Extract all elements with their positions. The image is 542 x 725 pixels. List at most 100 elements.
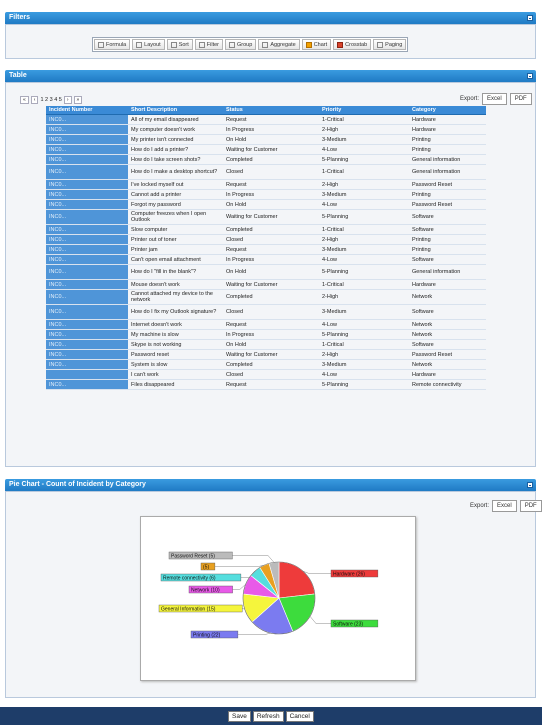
pie-chart: Hardware (26) Software (23) Printing (22) G… (158, 551, 379, 638)
export-label: Export: (460, 96, 480, 102)
cell-incident-number[interactable]: INC0... (46, 234, 128, 245)
table-row[interactable]: INC0... How do I make a desktop shortcut?… (46, 164, 486, 180)
cell-incident-number[interactable]: INC0... (46, 264, 128, 280)
minimize-icon[interactable] (527, 482, 533, 488)
table-row[interactable]: INC0... How do I add a printer? Waiting fo… (46, 144, 486, 155)
pie-leader-line (309, 616, 331, 624)
cell-incident-number[interactable]: INC0... (46, 279, 128, 290)
cell-incident-number[interactable]: INC0... (46, 349, 128, 360)
pdf-export-button[interactable]: PDF (519, 500, 542, 512)
minimize-icon[interactable] (527, 15, 533, 21)
table-row[interactable]: INC0... Password reset Waiting for Custome… (46, 349, 486, 360)
paging-button[interactable]: Paging (373, 39, 407, 50)
first-page-button[interactable]: « (20, 96, 29, 104)
table-row[interactable]: INC0... Forgot my password On Hold 4-Low Pas… (46, 199, 486, 210)
table-row[interactable]: INC0... Cannot attached my device to the … (46, 289, 486, 305)
group-button[interactable]: Group (225, 39, 257, 50)
table-row[interactable]: I can't work Closed 4-Low Hardware (46, 369, 486, 380)
table-row[interactable]: INC0... My machine is slow In Progress 5-Pl… (46, 329, 486, 340)
cell-incident-number[interactable]: INC0... (46, 339, 128, 350)
cell-incident-number[interactable]: INC0... (46, 254, 128, 265)
cell-incident-number[interactable]: INC0... (46, 144, 128, 155)
pie-label: (5) (203, 564, 209, 570)
column-header[interactable]: Status (223, 106, 319, 115)
cell-category: General information (409, 264, 486, 280)
table-row[interactable]: INC0... Printer out of toner Closed 2-High P… (46, 234, 486, 245)
excel-export-button[interactable]: Excel (482, 93, 507, 105)
cell-incident-number[interactable]: INC0... (46, 134, 128, 145)
cell-category: Network (409, 359, 486, 370)
cell-incident-number[interactable]: INC0... (46, 359, 128, 370)
table-row[interactable]: INC0... I've locked myself out Request 2-Hi… (46, 179, 486, 190)
sort-icon (170, 41, 177, 48)
prev-page-button[interactable]: ‹ (30, 96, 39, 104)
excel-export-button[interactable]: Excel (492, 500, 517, 512)
cell-incident-number[interactable]: INC0... (46, 224, 128, 235)
pdf-export-button[interactable]: PDF (509, 93, 532, 105)
pie-leader-line (237, 632, 272, 635)
table-row[interactable]: INC0... How do I "fill in the blank"? On H… (46, 264, 486, 280)
cell-incident-number[interactable]: INC0... (46, 289, 128, 305)
cell-status: Completed (223, 154, 319, 165)
minimize-icon[interactable] (527, 73, 533, 79)
table-row[interactable]: INC0... All of my email disappeared Reques… (46, 114, 486, 125)
page-numbers[interactable]: 1 2 3 4 5 (40, 97, 61, 103)
column-header[interactable]: Short Description (128, 106, 223, 115)
column-header[interactable]: Category (409, 106, 486, 115)
cell-priority: 1-Critical (319, 224, 409, 235)
pie-slice[interactable] (278, 561, 316, 599)
aggregate-button[interactable]: Aggregate (258, 39, 300, 50)
table-row[interactable]: INC0... My computer doesn't work In Progre… (46, 124, 486, 135)
table-row[interactable]: INC0... How do I fix my Outlook signature… (46, 304, 486, 320)
cell-incident-number[interactable]: INC0... (46, 179, 128, 190)
column-header[interactable]: Incident Number (46, 106, 128, 115)
table-row[interactable]: INC0... Can't open email attachment In Pro… (46, 254, 486, 265)
cancel-button[interactable]: Cancel (285, 711, 314, 722)
cell-incident-number[interactable]: INC0... (46, 199, 128, 210)
last-page-button[interactable]: » (73, 96, 83, 104)
refresh-button[interactable]: Refresh (252, 711, 284, 722)
cell-incident-number[interactable]: INC0... (46, 244, 128, 255)
cell-category: Printing (409, 134, 486, 145)
cell-category: Password Reset (409, 179, 486, 190)
table-row[interactable]: INC0... How do I take screen shots? Comple… (46, 154, 486, 165)
chart-button[interactable]: Chart (301, 39, 332, 50)
cell-priority: 5-Planning (319, 379, 409, 390)
table-row[interactable]: INC0... Files disappeared Request 5-Plannin… (46, 379, 486, 390)
cell-incident-number[interactable]: INC0... (46, 154, 128, 165)
table-row[interactable]: INC0... System is slow Completed 3-Medium Ne… (46, 359, 486, 370)
table-row[interactable]: INC0... Cannot add a printer In Progress 3-… (46, 189, 486, 200)
cell-incident-number[interactable]: INC0... (46, 189, 128, 200)
table-row[interactable]: INC0... Computer freezes when I open Outl… (46, 209, 486, 225)
cell-status: In Progress (223, 329, 319, 340)
formula-button[interactable]: Formula (94, 39, 131, 50)
cell-category: Hardware (409, 124, 486, 135)
column-header[interactable]: Priority (319, 106, 409, 115)
filter-button[interactable]: Filter (194, 39, 224, 50)
cell-incident-number[interactable]: INC0... (46, 164, 128, 180)
filters-toolbar: Formula Layout Sort Filter Group Aggrega… (92, 37, 409, 52)
table-row[interactable]: INC0... Slow computer Completed 1-Critical S… (46, 224, 486, 235)
table-row[interactable]: INC0... Internet doesn't work Request 4-Low… (46, 319, 486, 330)
cell-incident-number[interactable]: INC0... (46, 209, 128, 225)
sort-button[interactable]: Sort (166, 39, 193, 50)
next-page-button[interactable]: › (63, 96, 72, 104)
layout-button[interactable]: Layout (132, 39, 165, 50)
layout-icon (136, 41, 143, 48)
save-button[interactable]: Save (228, 711, 251, 722)
table-panel-header: Table (5, 70, 536, 82)
cell-short-description: I can't work (128, 369, 223, 380)
cell-short-description: Printer jam (128, 244, 223, 255)
table-row[interactable]: INC0... My printer isn't connected On Hold… (46, 134, 486, 145)
cell-incident-number[interactable]: INC0... (46, 329, 128, 340)
cell-incident-number[interactable]: INC0... (46, 379, 128, 390)
cell-incident-number[interactable]: INC0... (46, 124, 128, 135)
cell-incident-number[interactable]: INC0... (46, 114, 128, 125)
table-row[interactable]: INC0... Skype is not working On Hold 1-Crit… (46, 339, 486, 350)
crosstab-button[interactable]: Crosstab (333, 39, 372, 50)
cell-incident-number[interactable]: INC0... (46, 319, 128, 330)
cell-incident-number[interactable]: INC0... (46, 304, 128, 320)
table-row[interactable]: INC0... Printer jam Request 3-Medium Printin… (46, 244, 486, 255)
cell-incident-number[interactable] (46, 369, 128, 380)
table-row[interactable]: INC0... Mouse doesn't work Waiting for Cus… (46, 279, 486, 290)
